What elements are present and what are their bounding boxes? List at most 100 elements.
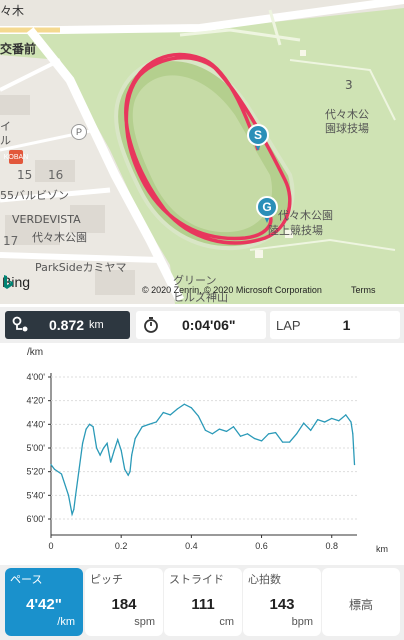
metric-pitch-tab[interactable]: ピッチ 184 spm <box>85 568 163 636</box>
pace-point <box>352 433 354 435</box>
distance-unit: km <box>89 319 104 331</box>
pace-point <box>110 461 112 463</box>
pace-point <box>253 437 256 440</box>
metric-label: 標高 <box>348 598 373 612</box>
pace-point <box>324 421 326 423</box>
summary-bar: 0.872 km 0:04'06" LAP 1 <box>0 307 404 343</box>
map-label-athletics: 代々木公園 <box>278 209 333 222</box>
time-stat[interactable]: 0:04'06" <box>136 311 266 339</box>
pace-point <box>317 419 319 421</box>
pace-point <box>67 494 70 496</box>
goal-pin-icon[interactable]: G <box>256 196 278 226</box>
map-label-parkside: ParkSideカミヤマ <box>35 261 127 274</box>
pace-point <box>113 449 115 451</box>
metric-value: 111 <box>191 596 215 613</box>
pace-point <box>225 430 228 433</box>
metric-unit: spm <box>134 616 155 628</box>
x-tick-label: 0.2 <box>115 541 128 551</box>
map-label-15: 15 <box>17 168 33 182</box>
distance-stat[interactable]: 0.872 km <box>5 311 130 339</box>
pace-point <box>73 508 75 511</box>
pace-point <box>267 433 270 435</box>
route-distance-icon <box>12 316 28 332</box>
pace-point <box>274 432 277 434</box>
pace-point <box>155 421 157 423</box>
pace-point <box>169 414 171 416</box>
chart-xlabel: km <box>376 544 388 554</box>
metric-unit: bpm <box>291 616 313 628</box>
pace-point <box>81 442 84 444</box>
pace-point <box>303 422 305 424</box>
map-label-koban: 交番前 <box>0 42 37 56</box>
map-terms-link[interactable]: Terms <box>351 285 376 295</box>
pace-chart[interactable]: /km km 4'00' 4'20' 4'40' 5'00' 5'20' 5'40' 6'0… <box>0 343 404 563</box>
pace-point <box>106 442 108 444</box>
pace-point <box>60 473 63 475</box>
pace-point <box>282 441 284 443</box>
pace-point <box>246 433 249 435</box>
pace-point <box>353 463 356 466</box>
pace-point <box>120 449 122 451</box>
metric-heart-rate-tab[interactable]: 心拍数 143 bpm <box>243 568 321 636</box>
lap-stat[interactable]: LAP 1 <box>270 311 400 339</box>
lap-value: 1 <box>342 317 351 333</box>
metric-elevation-tab[interactable]: 標高 <box>322 568 400 636</box>
map-copyright: © 2020 Zenrin, © 2020 Microsoft Corporat… <box>142 285 322 295</box>
pace-point <box>204 429 207 431</box>
distance-value: 0.872 <box>49 317 85 333</box>
pace-point <box>296 433 298 435</box>
stopwatch-icon <box>144 317 158 333</box>
bing-icon <box>4 275 13 289</box>
start-pin-icon[interactable]: S <box>247 124 269 154</box>
pace-point <box>289 441 291 443</box>
pace-point <box>350 421 352 423</box>
pace-chart-svg: /km km 4'00' 4'20' 4'40' 5'00' 5'20' 5'40' 6'0… <box>27 347 388 554</box>
pace-point <box>211 433 214 435</box>
y-tick-label: 4'40' <box>27 419 46 429</box>
y-tick-label: 5'00' <box>27 443 46 453</box>
map-label-16: 16 <box>48 168 64 182</box>
chart-axes <box>50 373 357 536</box>
pace-line <box>50 403 356 517</box>
pace-point <box>218 428 221 430</box>
y-tick-label: 6'00' <box>27 514 46 524</box>
map-label-baseball: 代々木公 園球技場 <box>325 108 369 135</box>
pace-point <box>232 426 235 428</box>
y-tick-label: 5'20' <box>27 467 46 477</box>
map-label-building55: 55バルビゾン <box>0 189 69 202</box>
pace-point <box>131 454 133 456</box>
pace-point <box>53 468 56 470</box>
pace-point <box>129 471 131 473</box>
metric-tabs: ペース 4'42" /km ピッチ 184 spm ストライド 111 cm 心… <box>0 565 404 640</box>
pace-point <box>190 407 192 409</box>
map-label-yoyogi-koen: 代々木公園 <box>32 231 87 244</box>
parking-icon: P <box>71 124 87 140</box>
metric-value: 4'42" <box>26 596 62 613</box>
map-label-verdevista: VERDEVISTA <box>12 213 81 226</box>
pace-point <box>92 426 94 428</box>
koban-badge-icon: KOBAN <box>4 150 28 164</box>
metric-label: ピッチ <box>90 573 123 586</box>
pace-point <box>124 468 126 470</box>
map-label-17: 17 <box>3 234 19 248</box>
pace-point <box>127 474 129 476</box>
metric-unit: cm <box>219 616 234 628</box>
x-tick-label: 0.4 <box>185 541 198 551</box>
chart-ylabel: /km <box>27 347 43 358</box>
metric-pace-tab[interactable]: ペース 4'42" /km <box>5 568 83 636</box>
lap-label: LAP <box>276 317 301 333</box>
pace-point <box>183 403 185 405</box>
y-tick-label: 5'40' <box>27 490 46 500</box>
metric-stride-tab[interactable]: ストライド 111 cm <box>164 568 242 636</box>
metric-value: 184 <box>111 596 137 613</box>
pace-point <box>239 435 242 437</box>
x-tick-label: 0 <box>48 541 53 551</box>
y-tick-label: 4'20' <box>27 396 46 406</box>
route-map[interactable]: 々木 交番前 3 代々木公 園球技場 16 15 55バルビゾン VERDEVI… <box>0 0 404 304</box>
metric-label: 心拍数 <box>248 573 281 586</box>
pace-point <box>89 423 91 425</box>
pace-point <box>50 463 52 466</box>
time-value: 0:04'06" <box>182 317 236 333</box>
bing-logo: Bing <box>2 274 30 290</box>
map-label-3: 3 <box>345 78 353 92</box>
